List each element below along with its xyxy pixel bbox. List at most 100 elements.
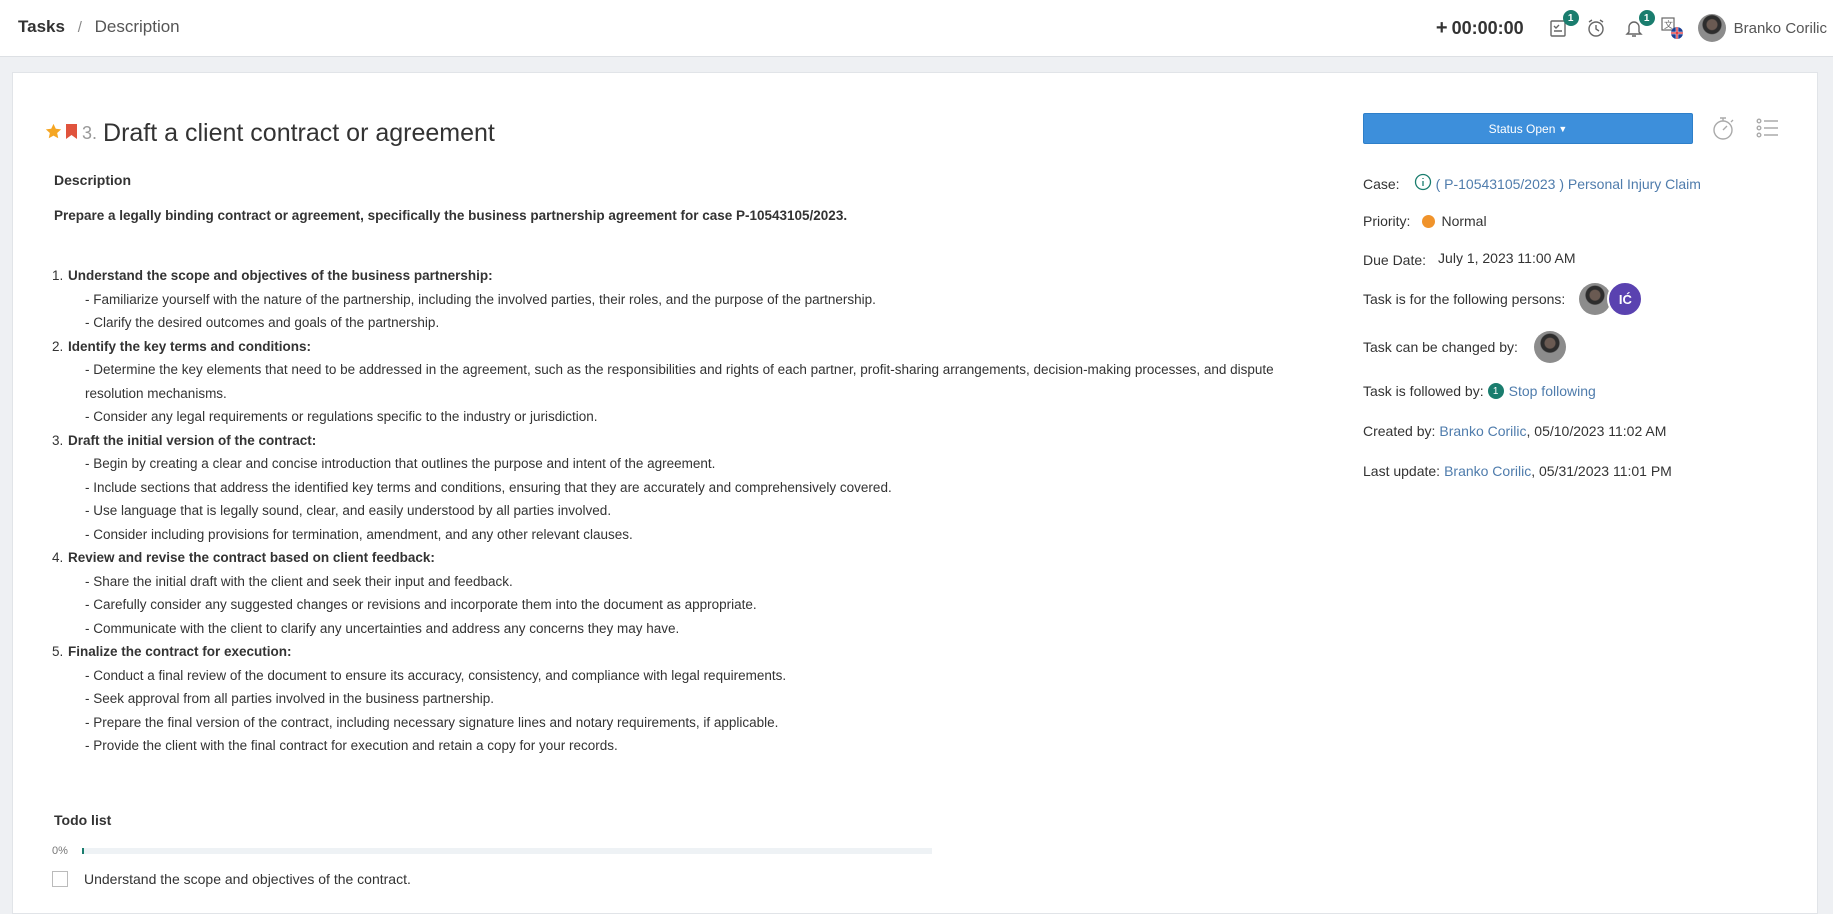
breadcrumb: Tasks / Description	[18, 17, 180, 37]
step-item: 2. Identify the key terms and conditions:…	[52, 335, 1282, 429]
priority-indicator	[1422, 214, 1436, 228]
due-date-value[interactable]: July 1, 2023 11:00 AM	[1438, 250, 1576, 266]
due-date-row: Due Date: July 1, 2023 11:00 AM	[1363, 250, 1576, 268]
todo-heading: Todo list	[54, 812, 112, 828]
step-title: Finalize the contract for execution:	[68, 644, 292, 659]
priority-label: Priority:	[1363, 213, 1411, 229]
star-icon[interactable]	[45, 123, 62, 145]
step-item: 1. Understand the scope and objectives of…	[52, 264, 1282, 335]
step-number: 3.	[52, 432, 64, 448]
todo-progress: 0%	[52, 845, 932, 857]
checklist-icon[interactable]	[1754, 115, 1780, 141]
bell-icon[interactable]: 1	[1622, 10, 1655, 40]
created-label: Created by:	[1363, 423, 1436, 439]
todo-item: Understand the scope and objectives of t…	[52, 871, 932, 887]
step-detail: - Conduct a final review of the document…	[85, 667, 787, 683]
step-detail: - Communicate with the client to clarify…	[85, 620, 680, 636]
todo-section: Todo list 0% Understand the scope and ob…	[52, 812, 932, 887]
user-name[interactable]: Branko Corilic	[1734, 20, 1827, 37]
status-dropdown-button[interactable]: Status Open ▼	[1363, 113, 1693, 144]
todo-item-text: Understand the scope and objectives of t…	[84, 871, 411, 887]
created-date: , 05/10/2023 11:02 AM	[1526, 423, 1667, 439]
step-detail: - Provide the client with the final cont…	[85, 738, 618, 753]
step-item: 5. Finalize the contract for execution: -…	[52, 640, 1282, 758]
description-heading: Description	[54, 172, 132, 188]
created-row: Created by: Branko Corilic , 05/10/2023 …	[1363, 423, 1666, 439]
description-intro: Prepare a legally binding contract or ag…	[54, 208, 848, 223]
description-section: Description Prepare a legally binding co…	[52, 172, 1282, 758]
step-detail: - Begin by creating a clear and concise …	[85, 456, 716, 471]
panel-actions	[1710, 115, 1798, 141]
case-link[interactable]: ( P-10543105/2023 ) Personal Injury Clai…	[1436, 176, 1701, 192]
caret-down-icon: ▼	[1558, 123, 1568, 134]
status-label: Status Open	[1488, 121, 1556, 136]
step-detail: - Clarify the desired outcomes and goals…	[85, 315, 440, 330]
step-detail: - Share the initial draft with the clien…	[85, 573, 513, 589]
top-bar-actions: + 00:00:00 1 1 文 Branko Corilic	[1436, 10, 1827, 44]
breadcrumb-separator: /	[77, 19, 82, 36]
todo-checkbox[interactable]	[52, 871, 68, 887]
info-icon[interactable]	[1414, 173, 1432, 194]
stop-following-link[interactable]: Stop following	[1509, 383, 1596, 399]
step-detail: - Seek approval from all parties involve…	[85, 691, 494, 706]
assignees-row: Task is for the following persons: IĆ	[1363, 281, 1644, 317]
updated-by-link[interactable]: Branko Corilic	[1444, 463, 1531, 479]
plus-icon: +	[1435, 16, 1448, 39]
notifications-badge: 1	[1638, 10, 1655, 26]
task-title: Draft a client contract or agreement	[103, 119, 495, 147]
step-title: Review and revise the contract based on …	[68, 550, 435, 565]
breadcrumb-current: Description	[94, 17, 180, 36]
created-by-link[interactable]: Branko Corilic	[1439, 423, 1526, 439]
step-detail: - Determine the key elements that need t…	[85, 362, 1274, 401]
step-number: 5.	[52, 644, 64, 659]
followers-label: Task is followed by:	[1363, 383, 1484, 399]
task-card: 3. Draft a client contract or agreement …	[12, 72, 1818, 914]
step-detail: - Familiarize yourself with the nature o…	[85, 291, 876, 307]
step-number: 1.	[52, 268, 64, 283]
case-label: Case:	[1363, 175, 1400, 192]
tasks-icon[interactable]: 1	[1546, 10, 1579, 40]
followers-row: Task is followed by: 1 Stop following	[1363, 383, 1596, 399]
progress-bar-fill	[81, 848, 84, 854]
step-number: 2.	[52, 338, 64, 354]
step-item: 4. Review and revise the contract based o…	[52, 546, 1282, 640]
translate-flag-icon[interactable]: 文	[1660, 16, 1684, 40]
step-detail: - Consider any legal requirements or reg…	[85, 409, 598, 424]
timer-button[interactable]: + 00:00:00	[1436, 17, 1524, 40]
step-detail: - Carefully consider any suggested chang…	[85, 597, 757, 612]
bookmark-icon[interactable]	[65, 123, 78, 145]
top-bar: Tasks / Description + 00:00:00 1 1 文 Bra…	[0, 0, 1833, 57]
step-number: 4.	[52, 550, 64, 565]
description-steps: 1. Understand the scope and objectives of…	[52, 264, 1282, 758]
priority-row: Priority: Normal	[1363, 213, 1487, 229]
user-avatar[interactable]	[1697, 14, 1726, 42]
assignee-initials-avatar[interactable]: IĆ	[1607, 281, 1644, 317]
priority-value: Normal	[1441, 213, 1487, 229]
task-number: 3.	[82, 123, 98, 143]
step-detail: - Consider including provisions for term…	[85, 526, 633, 542]
alarm-clock-icon[interactable]	[1584, 16, 1608, 40]
step-title: Identify the key terms and conditions:	[68, 338, 312, 354]
progress-percent: 0%	[52, 845, 68, 857]
progress-bar	[81, 848, 932, 854]
timer-value: 00:00:00	[1451, 17, 1524, 38]
due-date-label: Due Date:	[1363, 252, 1427, 268]
followers-count[interactable]: 1	[1487, 383, 1504, 399]
case-row: Case: ( P-10543105/2023 ) Personal Injur…	[1363, 173, 1701, 194]
step-item: 3. Draft the initial version of the contr…	[52, 429, 1282, 547]
step-detail: - Use language that is legally sound, cl…	[85, 503, 612, 518]
breadcrumb-tasks-link[interactable]: Tasks	[18, 17, 65, 36]
stopwatch-icon[interactable]	[1710, 115, 1736, 141]
step-detail: - Prepare the final version of the contr…	[85, 714, 779, 730]
last-update-row: Last update: Branko Corilic , 05/31/2023…	[1363, 463, 1672, 479]
editor-avatar[interactable]	[1533, 331, 1566, 363]
last-update-date: , 05/31/2023 11:01 PM	[1531, 463, 1672, 479]
assignees-label: Task is for the following persons:	[1363, 291, 1566, 307]
editors-row: Task can be changed by:	[1363, 329, 1566, 365]
step-detail: - Include sections that address the iden…	[85, 479, 892, 495]
last-update-label: Last update:	[1363, 463, 1441, 479]
tasks-badge: 1	[1562, 10, 1579, 26]
editors-label: Task can be changed by:	[1363, 339, 1518, 355]
task-title-row: 3. Draft a client contract or agreement	[45, 119, 495, 148]
step-title: Draft the initial version of the contrac…	[68, 432, 317, 448]
